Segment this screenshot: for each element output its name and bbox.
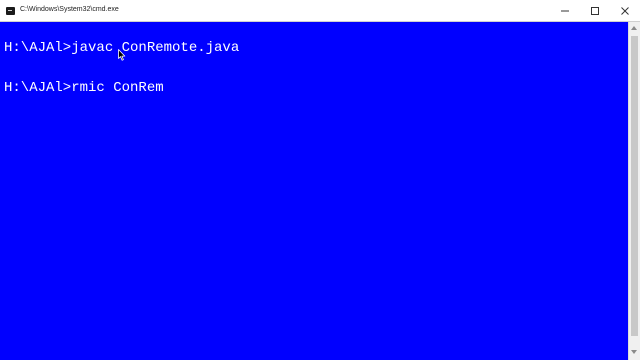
maximize-button[interactable] — [580, 0, 610, 22]
scroll-down-icon[interactable] — [631, 350, 637, 354]
maximize-icon — [590, 6, 600, 16]
cmd-window: C:\Windows\System32\cmd.exe H:\AJAl>java… — [0, 0, 640, 360]
console-app-icon — [6, 7, 15, 15]
window-title: C:\Windows\System32\cmd.exe — [20, 6, 119, 13]
scroll-thumb[interactable] — [631, 36, 638, 336]
minimize-icon — [560, 6, 570, 16]
console-line-3: H:\AJAl>rmic ConRem — [4, 80, 164, 96]
vertical-scrollbar[interactable] — [628, 22, 640, 360]
minimize-button[interactable] — [550, 0, 580, 22]
close-button[interactable] — [610, 0, 640, 22]
console-line-1: H:\AJAl>javac ConRemote.java — [4, 40, 240, 56]
scroll-up-icon[interactable] — [631, 26, 637, 30]
close-icon — [620, 6, 630, 16]
title-bar[interactable]: C:\Windows\System32\cmd.exe — [0, 0, 640, 22]
console-output[interactable]: H:\AJAl>javac ConRemote.java H:\AJAl>rmi… — [4, 38, 614, 348]
console-line-2 — [4, 58, 614, 78]
window-controls — [550, 0, 640, 22]
